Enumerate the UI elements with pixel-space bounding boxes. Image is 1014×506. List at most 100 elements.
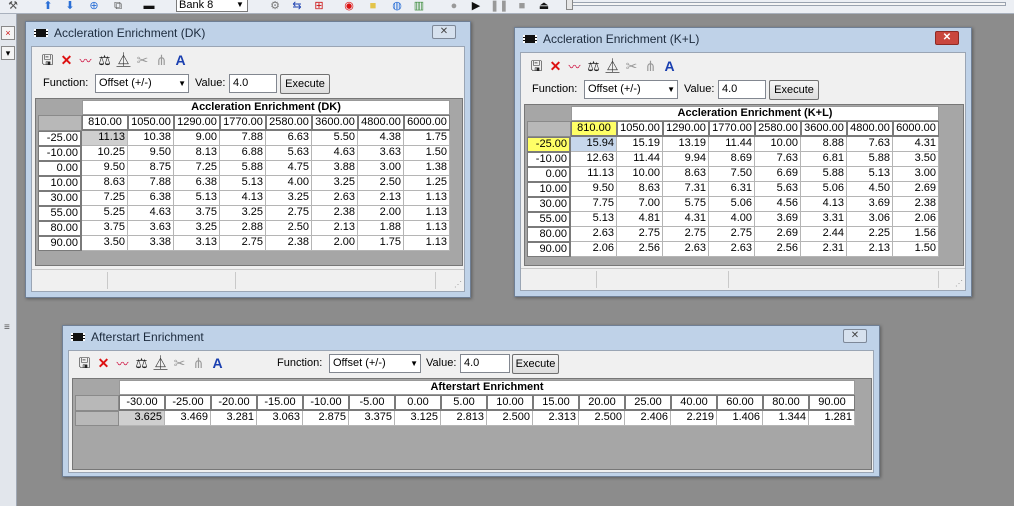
value-input[interactable]: 4.0	[229, 74, 277, 93]
column-header[interactable]: 810.00	[82, 115, 128, 131]
table-cell[interactable]: 1.13	[404, 206, 450, 221]
table-cell[interactable]: 3.50	[893, 152, 939, 167]
function-select[interactable]: Offset (+/-) ▼	[95, 74, 189, 93]
column-header[interactable]: 80.00	[763, 395, 809, 411]
table-cell[interactable]: 11.44	[709, 137, 755, 152]
balance-icon[interactable]: ⚖	[132, 354, 151, 372]
table-cell[interactable]: 1.50	[893, 242, 939, 257]
table-cell[interactable]: 2.75	[220, 236, 266, 251]
row-header[interactable]: 30.00	[527, 197, 571, 212]
balance-icon[interactable]: ⚖	[95, 51, 114, 69]
save-icon[interactable]: 🖫	[38, 51, 57, 69]
table-cell[interactable]: 1.38	[404, 161, 450, 176]
table-cell[interactable]: 2.63	[709, 242, 755, 257]
table-cell[interactable]: 2.38	[266, 236, 312, 251]
table-cell[interactable]: 2.75	[617, 227, 663, 242]
function-select[interactable]: Offset (+/-) ▼	[584, 80, 678, 99]
table-cell[interactable]: 4.75	[266, 161, 312, 176]
table-cell[interactable]: 9.50	[82, 161, 128, 176]
tree-icon[interactable]: ⊞	[310, 0, 328, 13]
table-cell[interactable]: 3.469	[165, 411, 211, 426]
dock-menu-icon[interactable]: ▾	[1, 46, 15, 60]
table-cell[interactable]: 9.00	[174, 131, 220, 146]
execute-button[interactable]: Execute	[512, 354, 559, 374]
column-header[interactable]: 1290.00	[663, 121, 709, 137]
table-cell[interactable]: 2.813	[441, 411, 487, 426]
wrench-icon[interactable]: ⚒	[4, 0, 22, 13]
eject-icon[interactable]: ⏏	[536, 0, 552, 13]
table-cell[interactable]: 6.88	[220, 146, 266, 161]
table-cell[interactable]: 1.88	[358, 221, 404, 236]
table-cell[interactable]: 4.81	[617, 212, 663, 227]
table-cell[interactable]: 4.13	[220, 191, 266, 206]
table-cell[interactable]: 8.88	[801, 137, 847, 152]
row-header[interactable]: 55.00	[38, 206, 82, 221]
table-cell[interactable]: 2.06	[571, 242, 617, 257]
table-cell[interactable]: 3.63	[128, 221, 174, 236]
table-cell[interactable]: 5.63	[755, 182, 801, 197]
table-cell[interactable]: 5.50	[312, 131, 358, 146]
table-cell[interactable]: 2.63	[571, 227, 617, 242]
table-cell[interactable]: 2.75	[709, 227, 755, 242]
table-cell[interactable]: 2.219	[671, 411, 717, 426]
column-header[interactable]: 1770.00	[709, 121, 755, 137]
stop-icon[interactable]: ■	[514, 0, 530, 13]
column-header[interactable]: -15.00	[257, 395, 303, 411]
table-cell[interactable]: 1.50	[404, 146, 450, 161]
column-header[interactable]: 0.00	[395, 395, 441, 411]
table-cell[interactable]: 2.875	[303, 411, 349, 426]
table-cell[interactable]: 4.00	[709, 212, 755, 227]
table-cell[interactable]: 2.38	[893, 197, 939, 212]
table-cell[interactable]: 3.25	[266, 191, 312, 206]
table-cell[interactable]: 3.25	[312, 176, 358, 191]
save-icon[interactable]: 🖫	[75, 354, 94, 372]
table-cell[interactable]: 10.00	[617, 167, 663, 182]
column-header[interactable]: -20.00	[211, 395, 257, 411]
column-header[interactable]: 15.00	[533, 395, 579, 411]
table-cell[interactable]: 10.25	[82, 146, 128, 161]
table-cell[interactable]: 11.13	[82, 131, 128, 146]
table-cell[interactable]: 5.25	[82, 206, 128, 221]
column-header[interactable]: 2580.00	[266, 115, 312, 131]
table-cell[interactable]: 7.25	[174, 161, 220, 176]
table-cell[interactable]: 3.88	[312, 161, 358, 176]
table-cell[interactable]: 2.500	[487, 411, 533, 426]
table-cell[interactable]: 3.50	[82, 236, 128, 251]
graph-icon[interactable]: 〰	[76, 52, 95, 70]
table-cell[interactable]: 3.125	[395, 411, 441, 426]
balance-icon[interactable]: ⚖	[584, 57, 603, 75]
table-cell[interactable]: 2.50	[266, 221, 312, 236]
table-cell[interactable]: 2.63	[663, 242, 709, 257]
table-grid[interactable]: Afterstart Enrichment -30.00 -25.00 -20.00-…	[72, 378, 872, 470]
table-cell[interactable]: 8.63	[617, 182, 663, 197]
table-cell[interactable]: 2.50	[358, 176, 404, 191]
table-cell[interactable]: 10.38	[128, 131, 174, 146]
column-header[interactable]: 3600.00	[312, 115, 358, 131]
table-cell[interactable]: 6.38	[128, 191, 174, 206]
column-header[interactable]: 60.00	[717, 395, 763, 411]
save-icon[interactable]: 🖫	[527, 57, 546, 75]
table-cell[interactable]: 6.81	[801, 152, 847, 167]
column-header[interactable]: -10.00	[303, 395, 349, 411]
play-icon[interactable]: ▶	[468, 0, 484, 13]
interpolate-icon[interactable]: ✂	[622, 57, 641, 75]
table-cell[interactable]: 2.06	[893, 212, 939, 227]
table-cell[interactable]: 1.406	[717, 411, 763, 426]
table-cell[interactable]: 5.13	[220, 176, 266, 191]
table-cell[interactable]: 2.31	[801, 242, 847, 257]
table-cell[interactable]: 4.63	[312, 146, 358, 161]
table-cell[interactable]: 5.13	[571, 212, 617, 227]
row-header[interactable]: 90.00	[527, 242, 571, 257]
close-button[interactable]: ✕	[935, 31, 959, 45]
tilt-scale-icon[interactable]: ⏅	[151, 354, 170, 372]
value-input[interactable]: 4.0	[718, 80, 766, 99]
execute-button[interactable]: Execute	[769, 80, 819, 100]
table-cell[interactable]: 3.063	[257, 411, 303, 426]
table-cell[interactable]: 2.88	[220, 221, 266, 236]
target-icon[interactable]: ◉	[340, 0, 358, 13]
interpolate-icon[interactable]: ✂	[133, 51, 152, 69]
cancel-icon[interactable]: ✕	[57, 51, 76, 69]
table-cell[interactable]: 3.25	[220, 206, 266, 221]
table-cell[interactable]: 9.50	[128, 146, 174, 161]
column-header[interactable]: 2580.00	[755, 121, 801, 137]
